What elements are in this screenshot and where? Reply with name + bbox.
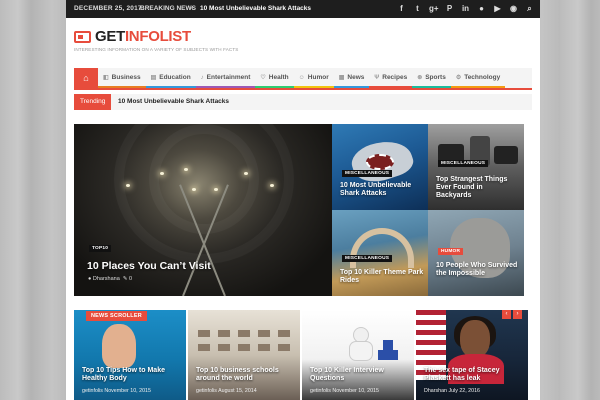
- nav-item-business[interactable]: ◧ Business: [98, 68, 146, 88]
- author-name[interactable]: Dharshana: [93, 276, 120, 282]
- book-icon: ▤: [150, 75, 157, 81]
- scroller-item-meta: Dharshan July 22, 2016: [424, 388, 480, 394]
- breaking-news-label: BREAKING NEWS: [140, 5, 196, 12]
- scroller-item[interactable]: Top 10 business schools around the world…: [188, 310, 300, 400]
- featured-main-article[interactable]: TOP10 10 Places You Can’t Visit ● Dharsh…: [74, 124, 332, 296]
- breaking-news-headline[interactable]: 10 Most Unbelievable Shark Attacks: [200, 5, 311, 12]
- nav-item-health[interactable]: ♡ Health: [255, 68, 294, 88]
- category-badge[interactable]: MISCELLANEOUS: [342, 170, 393, 177]
- trending-headline[interactable]: 10 Most Unbelievable Shark Attacks: [118, 94, 229, 110]
- scroller-controls: ‹ ›: [502, 310, 522, 319]
- current-date: DECEMBER 25, 2017: [74, 5, 142, 12]
- site-name: GETINFOLIST: [95, 28, 191, 45]
- ball-icon: ⊛: [417, 75, 423, 81]
- featured-article[interactable]: MISCELLANEOUS Top 10 Killer Theme Park R…: [332, 210, 428, 296]
- newspaper-icon: ▦: [338, 75, 345, 81]
- featured-article[interactable]: HUMOR 10 People Who Survived the Impossi…: [428, 210, 524, 296]
- flickr-icon[interactable]: ●: [477, 3, 486, 14]
- category-badge[interactable]: MISCELLANEOUS: [438, 160, 489, 167]
- scroller-item-title[interactable]: Top 10 business schools around the world: [196, 367, 296, 384]
- scroller-item-meta: getinfolis November 10, 2015: [310, 388, 379, 394]
- scroller-item-title[interactable]: Top 10 Killer Interview Questions: [310, 367, 410, 384]
- briefcase-icon: ◧: [103, 75, 109, 81]
- scroller-item-title[interactable]: Top 10 Tips How to Make Healthy Body: [82, 367, 182, 384]
- news-scroller-label: NEWS SCROLLER: [86, 311, 147, 321]
- cutlery-icon: Ψ: [374, 75, 380, 81]
- linkedin-icon[interactable]: in: [461, 3, 470, 14]
- search-icon[interactable]: ⌕: [525, 3, 534, 14]
- music-icon: ♪: [200, 75, 204, 81]
- bullet-icon: ▪: [191, 5, 194, 12]
- category-badge[interactable]: HUMOR: [438, 248, 464, 255]
- rss-icon[interactable]: ◉: [509, 3, 518, 14]
- smile-icon: ☺: [298, 75, 305, 81]
- home-icon[interactable]: ⌂: [74, 68, 98, 88]
- google-plus-icon[interactable]: g+: [429, 3, 439, 14]
- gear-icon: ⚙: [455, 75, 462, 81]
- main-nav: ⌂ ◧ Business ▤ Education ♪ Entertainment ♡ H…: [74, 68, 532, 90]
- nav-item-technology[interactable]: ⚙ Technology: [450, 68, 506, 88]
- top-bar: DECEMBER 25, 2017 BREAKING NEWS ▪ 10 Mos…: [66, 0, 540, 18]
- pinterest-icon[interactable]: P: [445, 3, 454, 14]
- comment-count: 0: [128, 276, 133, 282]
- newspaper-icon: [74, 31, 91, 43]
- facebook-icon[interactable]: f: [397, 3, 406, 14]
- featured-main-title[interactable]: 10 Places You Can’t Visit: [87, 260, 211, 272]
- scroller-item-title[interactable]: The sex tape of Stacey Plaskett has leak: [424, 367, 524, 384]
- heart-icon: ♡: [260, 75, 266, 81]
- nav-item-sports[interactable]: ⊛ Sports: [412, 68, 451, 88]
- trending-label: Trending: [74, 94, 112, 110]
- featured-article[interactable]: MISCELLANEOUS Top Strangest Things Ever …: [428, 124, 524, 210]
- nav-item-entertainment[interactable]: ♪ Entertainment: [195, 68, 256, 88]
- scroller-item[interactable]: The sex tape of Stacey Plaskett has leak…: [416, 310, 528, 400]
- scroller-item[interactable]: Top 10 Killer Interview Questions getinf…: [302, 310, 414, 400]
- featured-article[interactable]: MISCELLANEOUS 10 Most Unbelievable Shark…: [332, 124, 428, 210]
- site-tagline: INTERESTING INFORMATION ON A VARIETY OF …: [74, 47, 239, 52]
- nav-item-news[interactable]: ▦ News: [333, 68, 370, 88]
- comment-icon: ✎: [122, 276, 128, 282]
- page: DECEMBER 25, 2017 BREAKING NEWS ▪ 10 Mos…: [66, 0, 540, 400]
- chevron-left-icon[interactable]: ‹: [502, 310, 511, 319]
- scroller-item[interactable]: Top 10 Tips How to Make Healthy Body get…: [74, 310, 186, 400]
- user-icon: ●: [88, 276, 92, 282]
- category-badge[interactable]: MISCELLANEOUS: [342, 255, 393, 262]
- category-badge[interactable]: TOP10: [89, 245, 112, 252]
- nav-item-humor[interactable]: ☺ Humor: [293, 68, 334, 88]
- trending-bar: Trending 10 Most Unbelievable Shark Atta…: [74, 94, 532, 110]
- social-links: f t g+ P in ● ▶ ◉ ⌕: [397, 3, 534, 14]
- scroller-item-meta: getinfolis November 10, 2015: [82, 388, 151, 394]
- twitter-icon[interactable]: t: [413, 3, 422, 14]
- chevron-right-icon[interactable]: ›: [513, 310, 522, 319]
- article-meta: ● Dharshana ✎ 0: [88, 276, 132, 282]
- featured-title[interactable]: Top 10 Killer Theme Park Rides: [340, 269, 424, 285]
- nav-item-recipes[interactable]: Ψ Recipes: [369, 68, 413, 88]
- scroller-item-meta: getinfolis August 15, 2014: [196, 388, 257, 394]
- youtube-icon[interactable]: ▶: [493, 3, 502, 14]
- featured-title[interactable]: 10 Most Unbelievable Shark Attacks: [340, 182, 424, 198]
- nav-item-education[interactable]: ▤ Education: [145, 68, 196, 88]
- featured-title[interactable]: Top Strangest Things Ever Found in Backy…: [436, 176, 520, 200]
- featured-title[interactable]: 10 People Who Survived the Impossible: [436, 262, 520, 278]
